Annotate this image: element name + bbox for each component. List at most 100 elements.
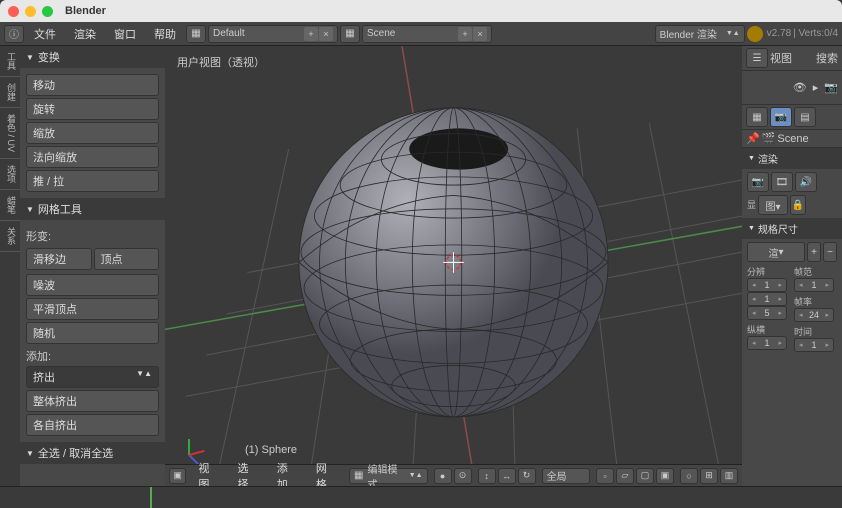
chevron-updown-icon: ▼▲ [409,472,423,479]
tab-create[interactable]: 创建 [0,77,20,108]
tab-shading-uv[interactable]: 着色 / UV [0,108,20,159]
tab-greasepencil[interactable]: 蜡笔 [0,190,20,221]
manipulator-rotate-icon[interactable]: ↻ [518,468,536,484]
menu-help[interactable]: 帮助 [146,22,184,45]
scene-breadcrumb[interactable]: Scene [777,133,808,145]
visibility-icon[interactable]: 👁 [793,81,807,94]
scene-dropdown[interactable]: Scene + × [362,25,492,43]
vp-menu-view[interactable]: 视图 [192,460,225,487]
scene-add-button[interactable]: + [458,27,472,41]
properties-editor-icon[interactable]: ▦ [746,107,768,127]
preset-remove-button[interactable]: − [823,242,837,262]
render-engine-dropdown[interactable]: Blender 渲染 ▼▲ [655,25,745,43]
timeline-cursor[interactable] [150,487,152,508]
edge-select-icon[interactable]: ▱ [616,468,634,484]
select-all-header[interactable]: 全选 / 取消全选 [20,442,165,464]
manipulator-translate-icon[interactable]: ↔ [498,468,516,484]
extrude-button[interactable]: 挤出 ▼▲ [26,366,159,388]
outliner-editor-icon[interactable]: ☰ [746,48,768,68]
vertex-slide-button[interactable]: 顶点 [94,248,160,270]
resolution-label: 分辨 [747,265,790,278]
render-preset-dropdown[interactable]: 渲▾ [747,242,805,262]
translate-button[interactable]: 移动 [26,74,159,96]
engine-name: Blender 渲染 [660,26,717,41]
fps-field[interactable]: ◂24▸ [794,308,834,322]
time-remap-label: 时间 [794,325,837,338]
add-label: 添加: [26,348,159,364]
layout-add-button[interactable]: + [304,27,318,41]
resolution-x-field[interactable]: ◂1▸ [747,278,787,292]
normal-scale-button[interactable]: 法向缩放 [26,146,159,168]
selectable-icon[interactable]: ▸ [813,81,819,94]
maximize-window-button[interactable] [42,6,53,17]
shading-mode-icon[interactable]: ● [434,468,452,484]
mode-dropdown[interactable]: ▦ 编辑模式 ▼▲ [349,468,428,484]
scene-remove-button[interactable]: × [473,27,487,41]
scene-icon: 🎬 [762,132,776,145]
vp-menu-mesh[interactable]: 网格 [310,460,343,487]
minimize-window-button[interactable] [25,6,36,17]
frame-start-field[interactable]: ◂1▸ [794,278,834,292]
screen-layout-dropdown[interactable]: Default + × [208,25,338,43]
render-tab-icon[interactable]: 📷 [770,107,792,127]
outliner-search[interactable]: 搜索 [816,50,838,66]
timeline[interactable] [0,486,842,508]
3d-viewport[interactable]: 用户视图（透视） [165,46,742,486]
tab-options[interactable]: 选项 [0,159,20,190]
render-animation-button[interactable]: 🎞 [771,172,793,192]
play-audio-button[interactable]: 🔊 [795,172,817,192]
vertex-select-icon[interactable]: ▫ [596,468,614,484]
layers-icon[interactable]: ▥ [720,468,738,484]
randomize-button[interactable]: 随机 [26,322,159,344]
edge-slide-button[interactable]: 滑移边 [26,248,92,270]
limit-selection-icon[interactable]: ▣ [656,468,674,484]
orientation-dropdown[interactable]: 全局 [542,468,590,484]
rotate-button[interactable]: 旋转 [26,98,159,120]
tool-shelf: 变换 移动 旋转 缩放 法向缩放 推 / 拉 网格工具 形变: 滑移边 顶点 噪… [20,46,165,486]
tab-tools[interactable]: 工具 [0,46,20,77]
scale-button[interactable]: 缩放 [26,122,159,144]
menu-file[interactable]: 文件 [26,22,64,45]
editor-type-3dview-icon[interactable]: ▣ [169,468,186,484]
frame-end-field[interactable]: ◂1▸ [794,338,834,352]
transform-panel-header[interactable]: 变换 [20,46,165,68]
manipulator-icon[interactable]: ↕ [478,468,496,484]
extrude-region-button[interactable]: 整体挤出 [26,390,159,412]
menu-render[interactable]: 渲染 [66,22,104,45]
display-mode-dropdown[interactable]: 图▾ [758,195,788,215]
pin-icon[interactable]: 📌 [746,132,760,145]
push-pull-button[interactable]: 推 / 拉 [26,170,159,192]
aspect-x-field[interactable]: ◂1▸ [747,336,787,350]
editor-type-icon[interactable]: ⓘ [4,25,24,43]
smooth-vertex-button[interactable]: 平滑顶点 [26,298,159,320]
scene-name: Scene [367,28,395,39]
render-layers-tab-icon[interactable]: ▤ [794,107,816,127]
layout-remove-button[interactable]: × [319,27,333,41]
display-label: 显 [747,198,756,215]
viewport-label: 用户视图（透视） [177,54,265,70]
extrude-individual-button[interactable]: 各自挤出 [26,414,159,436]
mesh-tools-header[interactable]: 网格工具 [20,198,165,220]
render-still-button[interactable]: 📷 [747,172,769,192]
proportional-edit-icon[interactable]: ○ [680,468,698,484]
frame-range-label: 帧范 [794,265,837,278]
snap-icon[interactable]: ⊞ [700,468,718,484]
render-panel-header[interactable]: 渲染 [742,148,842,169]
lock-interface-icon[interactable]: 🔒 [790,195,806,215]
layout-browse-icon[interactable]: ▦ [186,25,206,43]
noise-button[interactable]: 噪波 [26,274,159,296]
resolution-pct-field[interactable]: ◂5▸ [747,306,787,320]
outliner-view-label: 视图 [770,50,792,66]
pivot-point-icon[interactable]: ⊙ [454,468,472,484]
resolution-y-field[interactable]: ◂1▸ [747,292,787,306]
vp-menu-add[interactable]: 添加 [271,460,304,487]
tab-relations[interactable]: 关系 [0,221,20,252]
renderable-icon[interactable]: 📷 [824,81,838,94]
face-select-icon[interactable]: ▢ [636,468,654,484]
preset-add-button[interactable]: + [807,242,821,262]
dimensions-panel-header[interactable]: 规格尺寸 [742,218,842,239]
close-window-button[interactable] [8,6,19,17]
menu-window[interactable]: 窗口 [106,22,144,45]
scene-browse-icon[interactable]: ▦ [340,25,360,43]
vp-menu-select[interactable]: 选择 [232,460,265,487]
